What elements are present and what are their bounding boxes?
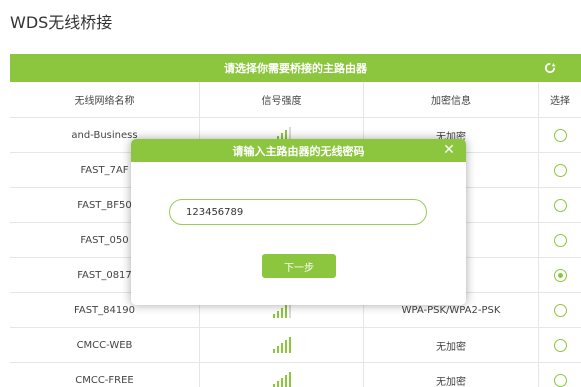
select-cell xyxy=(539,223,581,257)
select-radio[interactable] xyxy=(553,233,567,247)
select-radio[interactable] xyxy=(553,163,567,177)
select-cell xyxy=(539,328,581,362)
close-icon[interactable]: ✕ xyxy=(442,143,456,157)
column-headers: 无线网络名称 信号强度 加密信息 选择 xyxy=(10,82,581,118)
table-header-bar: 请选择你需要桥接的主路由器 xyxy=(10,54,581,82)
signal-bars-icon xyxy=(272,372,291,387)
select-radio[interactable] xyxy=(553,303,567,317)
select-cell xyxy=(539,188,581,222)
next-button[interactable]: 下一步 xyxy=(262,254,336,278)
signal-cell xyxy=(200,363,364,387)
col-header-ssid: 无线网络名称 xyxy=(10,82,200,117)
signal-cell xyxy=(200,328,364,362)
col-header-security: 加密信息 xyxy=(364,82,539,117)
select-cell xyxy=(539,363,581,387)
col-header-select: 选择 xyxy=(550,96,570,107)
col-header-signal: 信号强度 xyxy=(200,82,364,117)
refresh-icon[interactable] xyxy=(543,61,557,75)
page-title: WDS无线桥接 xyxy=(10,13,113,32)
dialog-title: 请输入主路由器的无线密码 xyxy=(232,144,365,158)
select-radio[interactable] xyxy=(553,268,567,282)
table-row: CMCC-FREE 无加密 xyxy=(10,363,581,387)
signal-bars-icon xyxy=(272,337,291,353)
select-cell xyxy=(539,153,581,187)
select-cell xyxy=(539,293,581,327)
select-radio[interactable] xyxy=(553,198,567,212)
select-radio[interactable] xyxy=(553,128,567,142)
password-dialog: 请输入主路由器的无线密码 ✕ 下一步 xyxy=(131,139,466,305)
security-cell: 无加密 xyxy=(364,363,539,387)
ssid-cell: CMCC-FREE xyxy=(10,363,200,387)
password-input[interactable] xyxy=(169,199,427,225)
select-radio[interactable] xyxy=(553,373,567,387)
select-cell xyxy=(539,258,581,292)
security-cell: 无加密 xyxy=(364,328,539,362)
table-row: CMCC-WEB 无加密 xyxy=(10,328,581,363)
select-radio[interactable] xyxy=(553,338,567,352)
select-cell xyxy=(539,118,581,152)
dialog-header: 请输入主路由器的无线密码 ✕ xyxy=(131,139,466,162)
table-header-prompt: 请选择你需要桥接的主路由器 xyxy=(224,62,367,75)
ssid-cell: CMCC-WEB xyxy=(10,328,200,362)
